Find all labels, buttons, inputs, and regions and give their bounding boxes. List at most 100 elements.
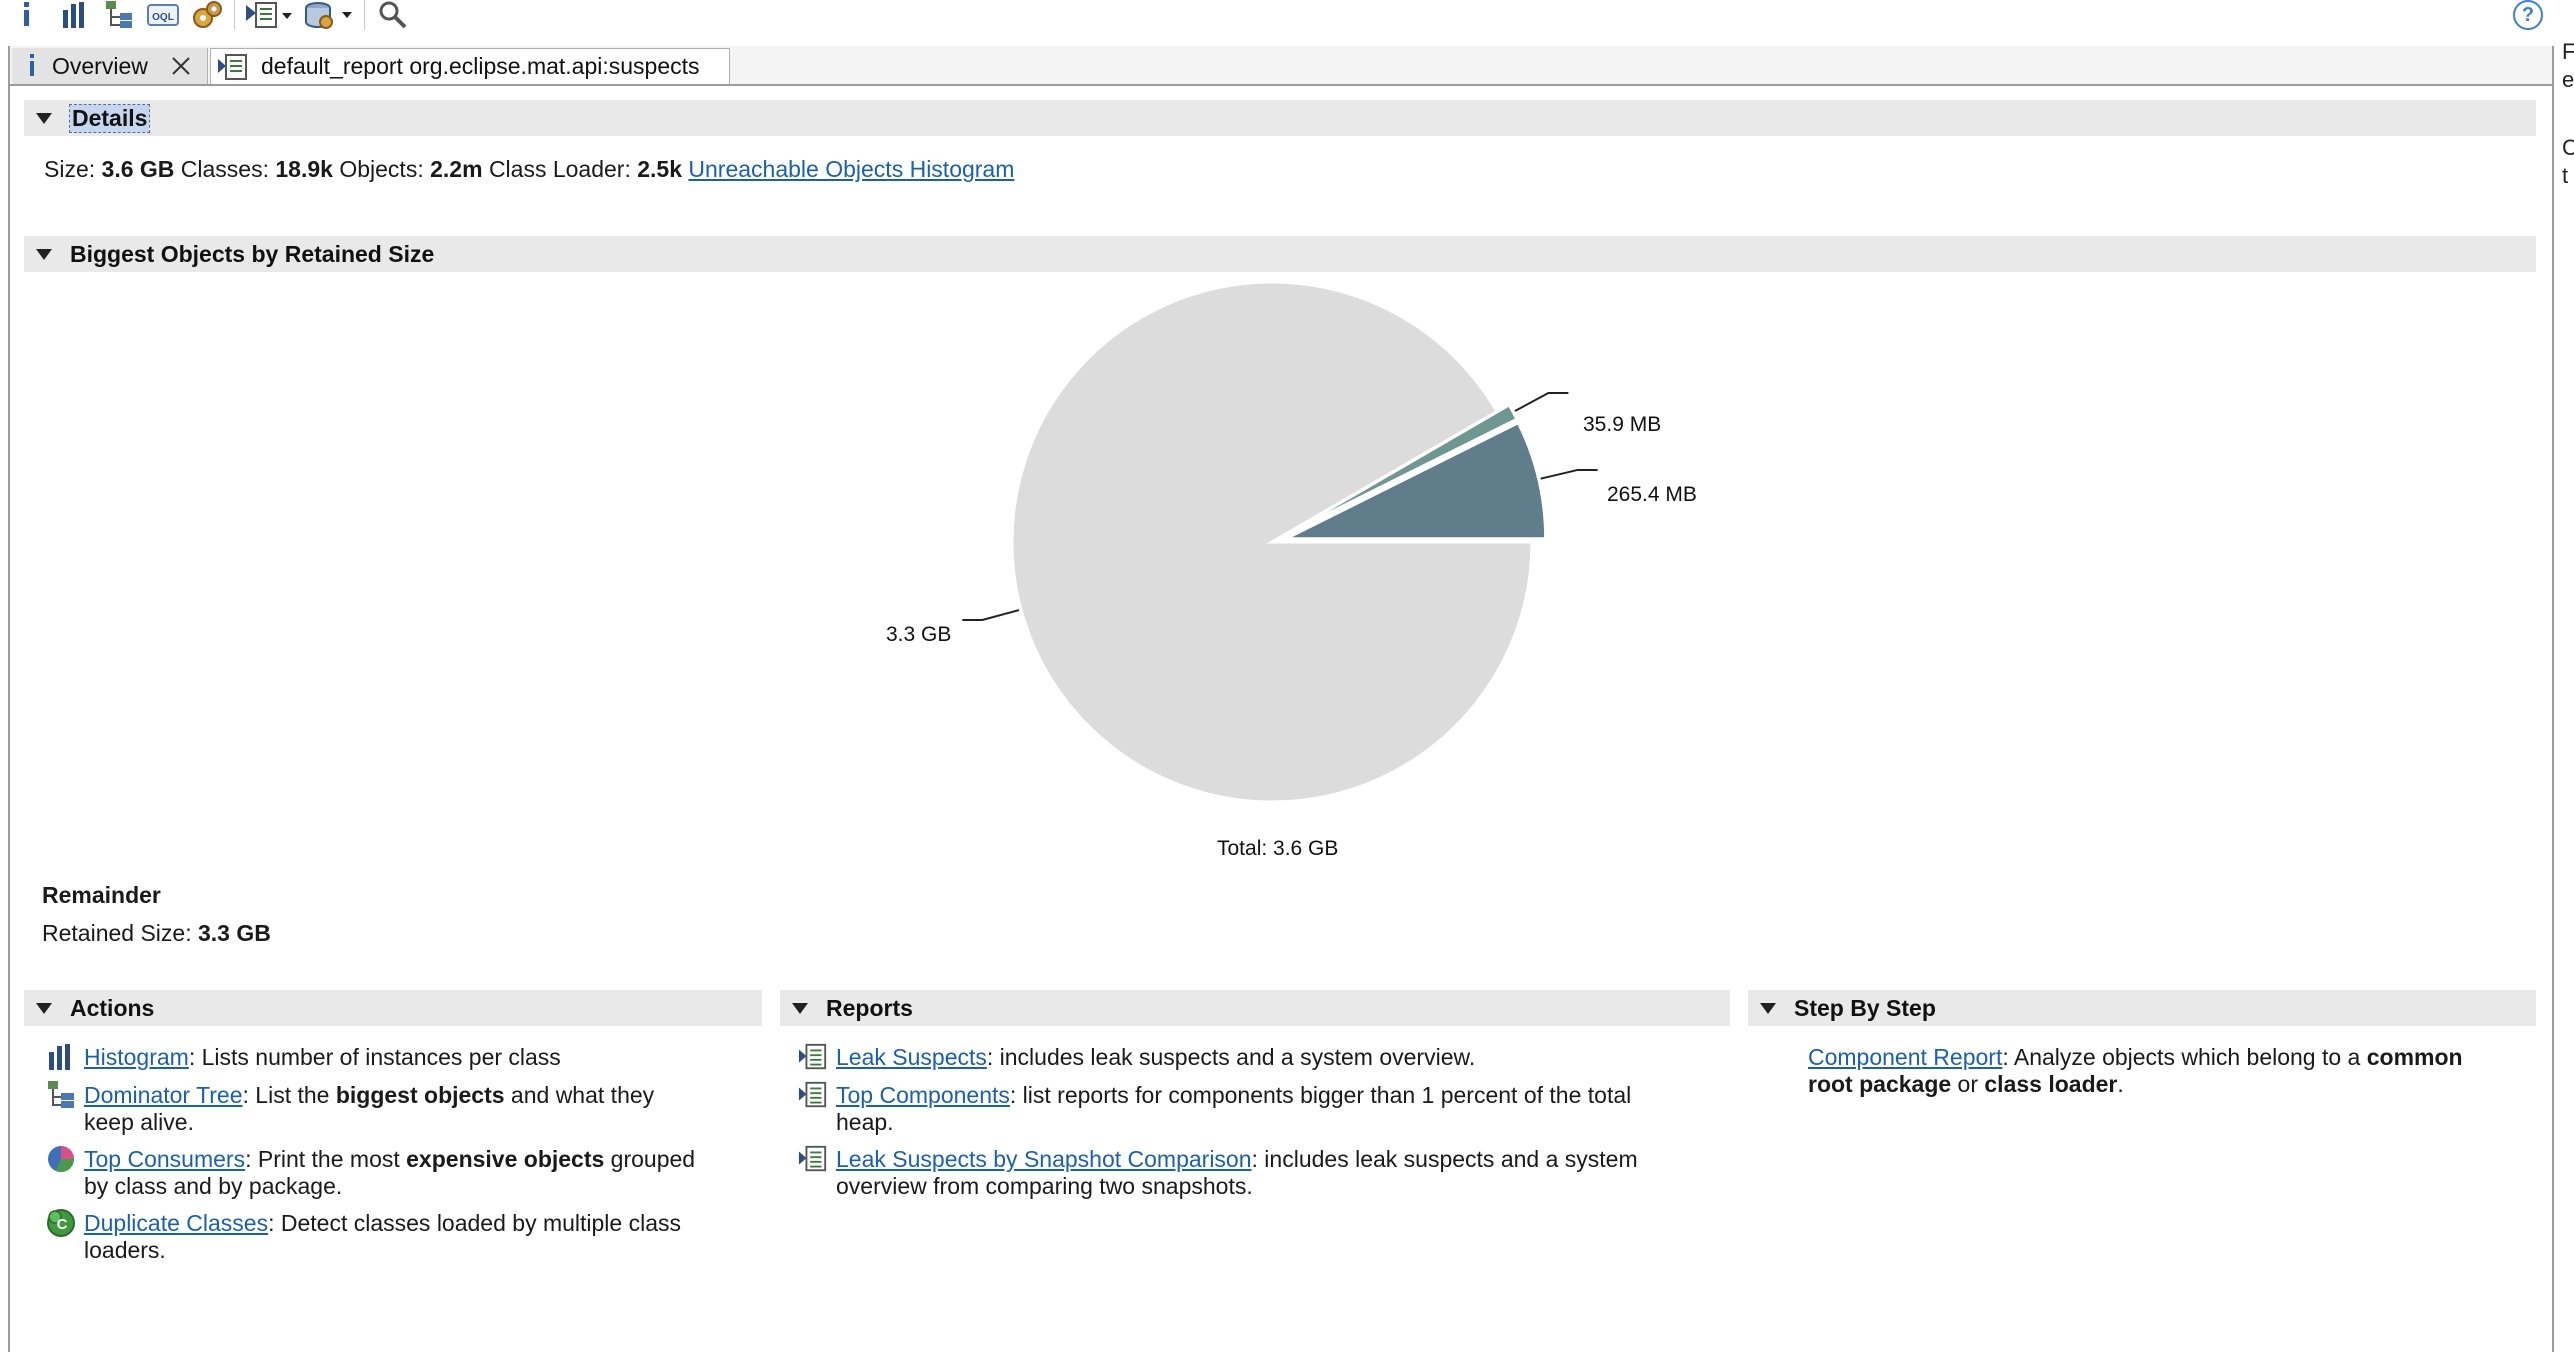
action-emphasis: expensive objects <box>406 1146 605 1172</box>
pie-label-slice-small: 35.9 MB <box>1583 413 1662 436</box>
pie-total-label: Total: 3.6 GB <box>1217 837 1339 860</box>
classes-label: Classes: <box>180 156 269 182</box>
info-icon[interactable] <box>16 0 38 30</box>
biggest-objects-title: Biggest Objects by Retained Size <box>70 240 435 267</box>
histogram-icon <box>49 1044 70 1070</box>
report-description: : includes leak suspects and a system ov… <box>986 1044 1476 1070</box>
action-description: and what they <box>504 1082 655 1108</box>
step-description: . <box>2117 1071 2124 1097</box>
duplicate-classes-link[interactable]: Duplicate Classes <box>84 1210 268 1236</box>
step-component-report: Component Report: Analyze objects which … <box>1808 1044 2528 1100</box>
close-icon[interactable] <box>170 55 192 77</box>
editor-tab-bar: Overview default_report org.eclipse.mat.… <box>10 46 2552 86</box>
duplicate-classes-icon: C <box>47 1209 75 1237</box>
classes-value: 18.9k <box>275 156 333 182</box>
size-label: Size: <box>44 156 96 182</box>
reports-section-header[interactable]: Reports <box>780 990 1730 1026</box>
report-top-components: Top Components: list reports for compone… <box>798 1081 1728 1138</box>
class-loader-label: Class Loader: <box>488 156 631 182</box>
side-text: F <box>2562 39 2574 64</box>
oql-label: OQL <box>152 12 174 23</box>
pie-leader-line <box>1514 392 1569 412</box>
pie-leader-line <box>1540 468 1598 480</box>
query-browser-icon[interactable] <box>302 0 356 30</box>
help-icon[interactable]: ? <box>2513 0 2543 30</box>
action-description: : Detect classes loaded by multiple clas… <box>268 1210 682 1236</box>
objects-label: Objects: <box>339 156 424 182</box>
step-emphasis: common <box>2366 1044 2463 1070</box>
report-icon <box>798 1145 827 1172</box>
toolbar-separator <box>364 0 365 30</box>
objects-value: 2.2m <box>430 156 483 182</box>
details-title: Details <box>68 103 151 133</box>
leak-suspects-link[interactable]: Leak Suspects <box>836 1044 987 1070</box>
oql-icon[interactable]: OQL <box>146 0 180 30</box>
tab-label: Overview <box>52 52 148 79</box>
side-panel-edge: F e C t <box>2562 38 2574 190</box>
class-loader-value: 2.5k <box>637 156 683 182</box>
side-text: C <box>2562 135 2574 160</box>
report-description: : list reports for components bigger tha… <box>1009 1082 1632 1108</box>
action-dominator-tree: Dominator Tree: List the biggest objects… <box>46 1081 756 1138</box>
dominator-tree-link[interactable]: Dominator Tree <box>84 1082 243 1108</box>
report-description: : includes leak suspects and a system <box>1251 1146 1638 1172</box>
report-description: overview from comparing two snapshots. <box>836 1173 1253 1199</box>
thread-gears-icon[interactable] <box>190 0 224 30</box>
remainder-retained: Retained Size: 3.3 GB <box>42 920 271 947</box>
run-report-icon[interactable] <box>244 0 294 30</box>
info-icon <box>30 54 34 76</box>
side-text: t <box>2562 163 2569 188</box>
action-description: : Lists number of instances per class <box>188 1044 561 1070</box>
main-toolbar: OQL ? <box>0 0 2574 44</box>
dominator-tree-icon <box>48 1081 74 1108</box>
reports-title: Reports <box>826 994 913 1021</box>
report-description: heap. <box>836 1109 894 1135</box>
report-icon <box>798 1043 827 1070</box>
collapse-triangle-icon[interactable] <box>36 1002 52 1014</box>
tab-default-report[interactable]: default_report org.eclipse.mat.api:suspe… <box>210 48 730 84</box>
retained-size-label: Retained Size: <box>42 920 192 946</box>
retained-size-pie-chart[interactable] <box>900 280 1800 880</box>
step-emphasis: root package <box>1808 1071 1952 1097</box>
action-description: by class and by package. <box>84 1173 343 1199</box>
report-icon <box>798 1081 827 1108</box>
step-by-step-title: Step By Step <box>1794 994 1936 1021</box>
collapse-triangle-icon[interactable] <box>792 1002 808 1014</box>
action-description: keep alive. <box>84 1109 194 1135</box>
details-summary: Size: 3.6 GB Classes: 18.9k Objects: 2.2… <box>44 156 1014 183</box>
pie-slice[interactable] <box>1010 280 1534 804</box>
step-description: : Analyze objects which belong to a <box>2002 1044 2367 1070</box>
top-consumers-icon <box>48 1146 74 1172</box>
report-leak-suspects-comparison: Leak Suspects by Snapshot Comparison: in… <box>798 1145 1728 1202</box>
dominator-tree-icon[interactable] <box>103 0 135 30</box>
action-description: grouped <box>604 1146 696 1172</box>
size-value: 3.6 GB <box>101 156 175 182</box>
tab-overview[interactable]: Overview <box>12 48 208 84</box>
action-emphasis: biggest objects <box>335 1082 505 1108</box>
action-duplicate-classes: C Duplicate Classes: Detect classes load… <box>46 1209 756 1266</box>
histogram-link[interactable]: Histogram <box>84 1044 189 1070</box>
top-components-link[interactable]: Top Components <box>836 1082 1010 1108</box>
leak-suspects-comparison-link[interactable]: Leak Suspects by Snapshot Comparison <box>836 1146 1252 1172</box>
tab-label: default_report org.eclipse.mat.api:suspe… <box>261 53 700 79</box>
search-icon[interactable] <box>376 0 410 30</box>
collapse-triangle-icon[interactable] <box>36 112 52 124</box>
svg-text:C: C <box>57 1216 68 1233</box>
collapse-triangle-icon[interactable] <box>36 248 52 260</box>
details-section-header[interactable]: Details <box>24 100 2536 136</box>
report-icon <box>218 53 247 80</box>
actions-title: Actions <box>70 994 155 1021</box>
top-consumers-link[interactable]: Top Consumers <box>84 1146 245 1172</box>
collapse-triangle-icon[interactable] <box>1760 1002 1776 1014</box>
biggest-objects-section-header[interactable]: Biggest Objects by Retained Size <box>24 236 2536 272</box>
pie-label-slice-large: 265.4 MB <box>1607 483 1697 506</box>
actions-section-header[interactable]: Actions <box>24 990 762 1026</box>
action-description: : Print the most <box>245 1146 407 1172</box>
component-report-link[interactable]: Component Report <box>1808 1044 2002 1070</box>
unreachable-objects-histogram-link[interactable]: Unreachable Objects Histogram <box>688 156 1014 182</box>
retained-size-value: 3.3 GB <box>197 920 271 946</box>
toolbar-separator <box>234 0 235 30</box>
side-text: e <box>2562 67 2574 92</box>
histogram-icon[interactable] <box>60 0 88 30</box>
step-by-step-section-header[interactable]: Step By Step <box>1748 990 2536 1026</box>
